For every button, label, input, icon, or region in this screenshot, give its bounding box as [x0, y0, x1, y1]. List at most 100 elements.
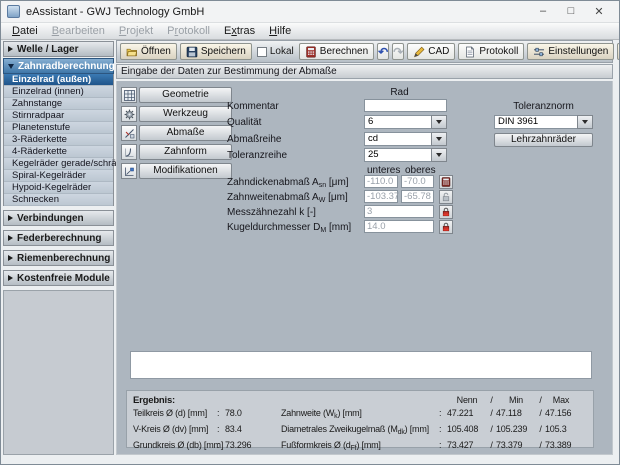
maximize-button[interactable]: □ — [557, 5, 585, 18]
menu-hilfe[interactable]: Hilfe — [262, 24, 298, 38]
settings-button[interactable]: Einstellungen — [527, 43, 614, 60]
sidebar-item-4-raederkette[interactable]: 4-Räderkette — [4, 146, 113, 158]
undo-button[interactable]: ↶ — [377, 43, 389, 60]
toleranzreihe-dropdown[interactable]: 25 — [364, 148, 447, 162]
open-button[interactable]: Öffnen — [120, 43, 177, 60]
cad-pencil-icon — [413, 46, 425, 58]
sidebar-section-kostenfreie-module[interactable]: Kostenfreie Module — [3, 270, 114, 286]
results-row-1: Teilkreis Ø (d) [mm] : 78.0 Zahnweite (W… — [133, 407, 587, 423]
cad-button[interactable]: CAD — [407, 43, 455, 60]
lock-open-icon — [441, 192, 451, 202]
results-panel: Ergebnis: Nenn / Min / Max Teilkreis Ø (… — [126, 390, 594, 448]
lehrzahnraeder-button[interactable]: Lehrzahnräder — [494, 133, 593, 147]
modifikationen-button[interactable]: Modifikationen — [139, 163, 232, 179]
tooth-curve-icon[interactable] — [121, 144, 137, 160]
zahndickenabmass-unteres-field[interactable]: -110.0 — [364, 175, 398, 188]
dropdown-arrow-icon — [431, 115, 447, 129]
chevron-right-icon — [8, 46, 13, 52]
dropdown-arrow-icon — [431, 132, 447, 146]
chevron-right-icon — [8, 255, 13, 261]
toolbar: Öffnen Speichern Lokal Berechnen ↶ ↷ — [116, 40, 613, 63]
sidebar-section-riemenberechnung[interactable]: Riemenberechnung — [3, 250, 114, 266]
sidebar-section-federberechnung[interactable]: Federberechnung — [3, 230, 114, 246]
calculate-button[interactable]: Berechnen — [299, 43, 374, 60]
minimize-button[interactable]: – — [529, 5, 557, 18]
nenn-header: Nenn — [447, 394, 487, 407]
zahnweite-max: 47.156 — [545, 407, 577, 423]
toleranznorm-label: Toleranznorm — [494, 101, 593, 112]
grundkreis-label: Grundkreis Ø (db) [mm] — [133, 439, 217, 455]
sidebar-item-einzelrad-innen[interactable]: Einzelrad (innen) — [4, 86, 113, 98]
close-button[interactable]: ✕ — [585, 5, 613, 18]
zahndickenabmass-oberes-field[interactable]: -70.0 — [401, 175, 434, 188]
menu-extras[interactable]: Extras — [217, 24, 262, 38]
sidebar-item-einzelrad-aussen[interactable]: Einzelrad (außen) — [4, 74, 113, 86]
app-icon — [7, 5, 20, 18]
window-title: eAssistant - GWJ Technology GmbH — [26, 6, 204, 18]
zahnweitenabmass-unteres-field[interactable]: -103.37 — [364, 190, 398, 203]
zahnweitenabmass-oberes-field[interactable]: -65.78 — [401, 190, 434, 203]
lock-closed-button[interactable] — [439, 205, 453, 219]
sidebar-item-spiral-kegelraeder[interactable]: Spiral-Kegelräder — [4, 170, 113, 182]
abmasse-button[interactable]: Abmaße — [139, 125, 232, 141]
gear-icon[interactable] — [121, 106, 137, 122]
menu-bar: Datei Bearbeiten Projekt Protokoll Extra… — [1, 23, 619, 40]
local-checkbox[interactable]: Lokal — [255, 46, 296, 57]
zweikugelmass-max: 105.3 — [545, 423, 577, 439]
protocol-button[interactable]: Protokoll — [458, 43, 524, 60]
geometrie-button[interactable]: Geometrie — [139, 87, 232, 103]
floppy-disk-icon — [186, 46, 198, 58]
sidebar-empty-panel — [3, 290, 114, 455]
section-title-bar: Eingabe der Daten zur Bestimmung der Abm… — [116, 64, 613, 79]
sidebar-item-zahnstange[interactable]: Zahnstange — [4, 98, 113, 110]
nav-row-werkzeug: Werkzeug — [121, 106, 232, 122]
sidebar-section-verbindungen[interactable]: Verbindungen — [3, 210, 114, 226]
kugeldurchmesser-field[interactable]: 14.0 — [364, 220, 434, 233]
sidebar-item-stirnradpaar[interactable]: Stirnradpaar — [4, 110, 113, 122]
toleranznorm-dropdown[interactable]: DIN 3961 — [494, 115, 593, 129]
main-area: Öffnen Speichern Lokal Berechnen ↶ ↷ — [116, 40, 613, 455]
sidebar-section-welle-lager[interactable]: Welle / Lager — [3, 41, 114, 57]
abmassreihe-dropdown[interactable]: cd — [364, 132, 447, 146]
lock-closed-icon — [441, 207, 451, 217]
caliper-icon[interactable] — [121, 125, 137, 141]
sidebar-item-planetenstufe[interactable]: Planetenstufe — [4, 122, 113, 134]
redo-button: ↷ — [392, 43, 404, 60]
zweikugelmass-nenn: 105.408 — [447, 423, 487, 439]
message-area — [130, 351, 592, 379]
calculator-small-button[interactable] — [439, 175, 453, 189]
nav-row-zahnform: Zahnform — [121, 144, 232, 160]
results-row-3: Grundkreis Ø (db) [mm] : 73.296 Fußformk… — [133, 439, 587, 455]
chevron-right-icon — [8, 235, 13, 241]
lock-closed-button[interactable] — [439, 220, 453, 234]
zahnform-button[interactable]: Zahnform — [139, 144, 232, 160]
chevron-right-icon — [8, 215, 13, 221]
dropdown-arrow-icon — [431, 148, 447, 162]
zahnweite-nenn: 47.221 — [447, 407, 487, 423]
messzaehnezahl-field[interactable]: 3 — [364, 205, 434, 218]
modification-chart-icon[interactable] — [121, 163, 137, 179]
grundkreis-value: 73.296 — [225, 439, 281, 455]
fussformkreis-label: Fußformkreis Ø (dFf) [mm] — [281, 439, 439, 455]
geometry-grid-icon[interactable] — [121, 87, 137, 103]
zweikugelmass-min: 105.239 — [496, 423, 536, 439]
sidebar-section-zahnradberechnung[interactable]: Zahnradberechnung — [3, 58, 114, 74]
nav-row-modifikationen: Modifikationen — [121, 163, 232, 179]
menu-datei[interactable]: Datei — [5, 24, 45, 38]
lock-open-button[interactable] — [439, 190, 453, 204]
kugeldurchmesser-label: Kugeldurchmesser DM [mm] — [227, 222, 351, 234]
qualitaet-dropdown[interactable]: 6 — [364, 115, 447, 129]
werkzeug-button[interactable]: Werkzeug — [139, 106, 232, 122]
fussformkreis-nenn: 73.427 — [447, 439, 487, 455]
zahnweite-label: Zahnweite (Wk) [mm] — [281, 407, 439, 423]
sidebar-item-hypoid-kegelraeder[interactable]: Hypoid-Kegelräder — [4, 182, 113, 194]
kommentar-input[interactable] — [364, 99, 447, 112]
v-kreis-value: 83.4 — [225, 423, 281, 439]
save-button[interactable]: Speichern — [180, 43, 252, 60]
sidebar-item-kegelraeder[interactable]: Kegelräder gerade/schräg — [4, 158, 113, 170]
sidebar-item-3-raederkette[interactable]: 3-Räderkette — [4, 134, 113, 146]
messzaehnezahl-label: Messzähnezahl k [-] — [227, 207, 316, 219]
kommentar-label: Kommentar — [227, 101, 279, 112]
nav-row-geometrie: Geometrie — [121, 87, 232, 103]
sidebar-item-schnecken[interactable]: Schnecken — [4, 194, 113, 206]
